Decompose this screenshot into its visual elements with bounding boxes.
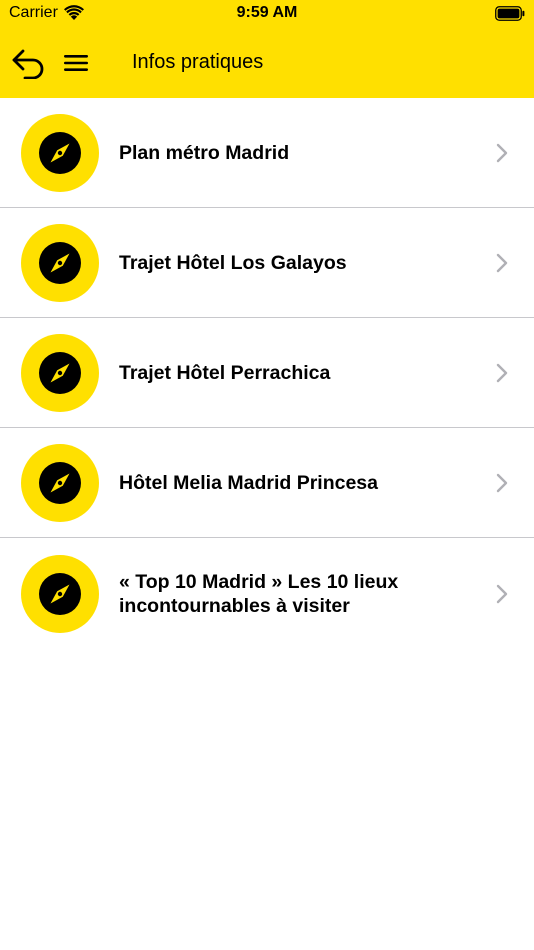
- list-item-label: « Top 10 Madrid » Les 10 lieux incontour…: [119, 571, 399, 617]
- hamburger-menu-icon: [64, 55, 88, 71]
- list-item-label: Plan métro Madrid: [119, 141, 290, 164]
- list-item[interactable]: « Top 10 Madrid » Les 10 lieux incontour…: [0, 538, 534, 650]
- chevron-right-icon: [496, 584, 508, 604]
- list-item[interactable]: Hôtel Melia Madrid Princesa: [0, 428, 534, 538]
- list-item-icon-badge: [21, 113, 99, 192]
- chevron-right-icon: [496, 473, 508, 492]
- compass-icon: [39, 461, 81, 504]
- list-item-icon-badge: [21, 555, 99, 633]
- list-item-icon-badge: [21, 443, 99, 522]
- chevron-right-icon: [496, 143, 508, 162]
- status-bar: Carrier 9:59 AM: [0, 0, 534, 28]
- compass-icon: [39, 241, 81, 284]
- list-item[interactable]: Trajet Hôtel Los Galayos: [0, 208, 534, 318]
- info-list: Plan métro Madrid Trajet Hôtel Los Galay…: [0, 98, 534, 650]
- list-item-icon-badge: [21, 223, 99, 302]
- status-time: 9:59 AM: [236, 4, 298, 21]
- back-arrow-icon: [12, 49, 44, 79]
- compass-icon: [39, 131, 81, 174]
- menu-button[interactable]: [60, 44, 92, 82]
- compass-icon: [39, 573, 81, 615]
- compass-icon: [39, 351, 81, 394]
- chevron-right-icon: [496, 363, 508, 382]
- list-item[interactable]: Plan métro Madrid: [0, 98, 534, 208]
- list-item-label: Trajet Hôtel Los Galayos: [119, 251, 347, 274]
- list-item-label: Hôtel Melia Madrid Princesa: [119, 471, 378, 494]
- chevron-right-icon: [496, 253, 508, 272]
- back-button[interactable]: [10, 44, 48, 82]
- list-item-label: Trajet Hôtel Perrachica: [119, 361, 331, 384]
- app-header: Carrier 9:59 AM Infos pratiques: [0, 0, 534, 98]
- list-item[interactable]: Trajet Hôtel Perrachica: [0, 318, 534, 428]
- list-item-icon-badge: [21, 333, 99, 412]
- battery-icon: [495, 6, 525, 21]
- page-title: Infos pratiques: [132, 51, 264, 73]
- navigation-bar: Infos pratiques: [0, 40, 534, 86]
